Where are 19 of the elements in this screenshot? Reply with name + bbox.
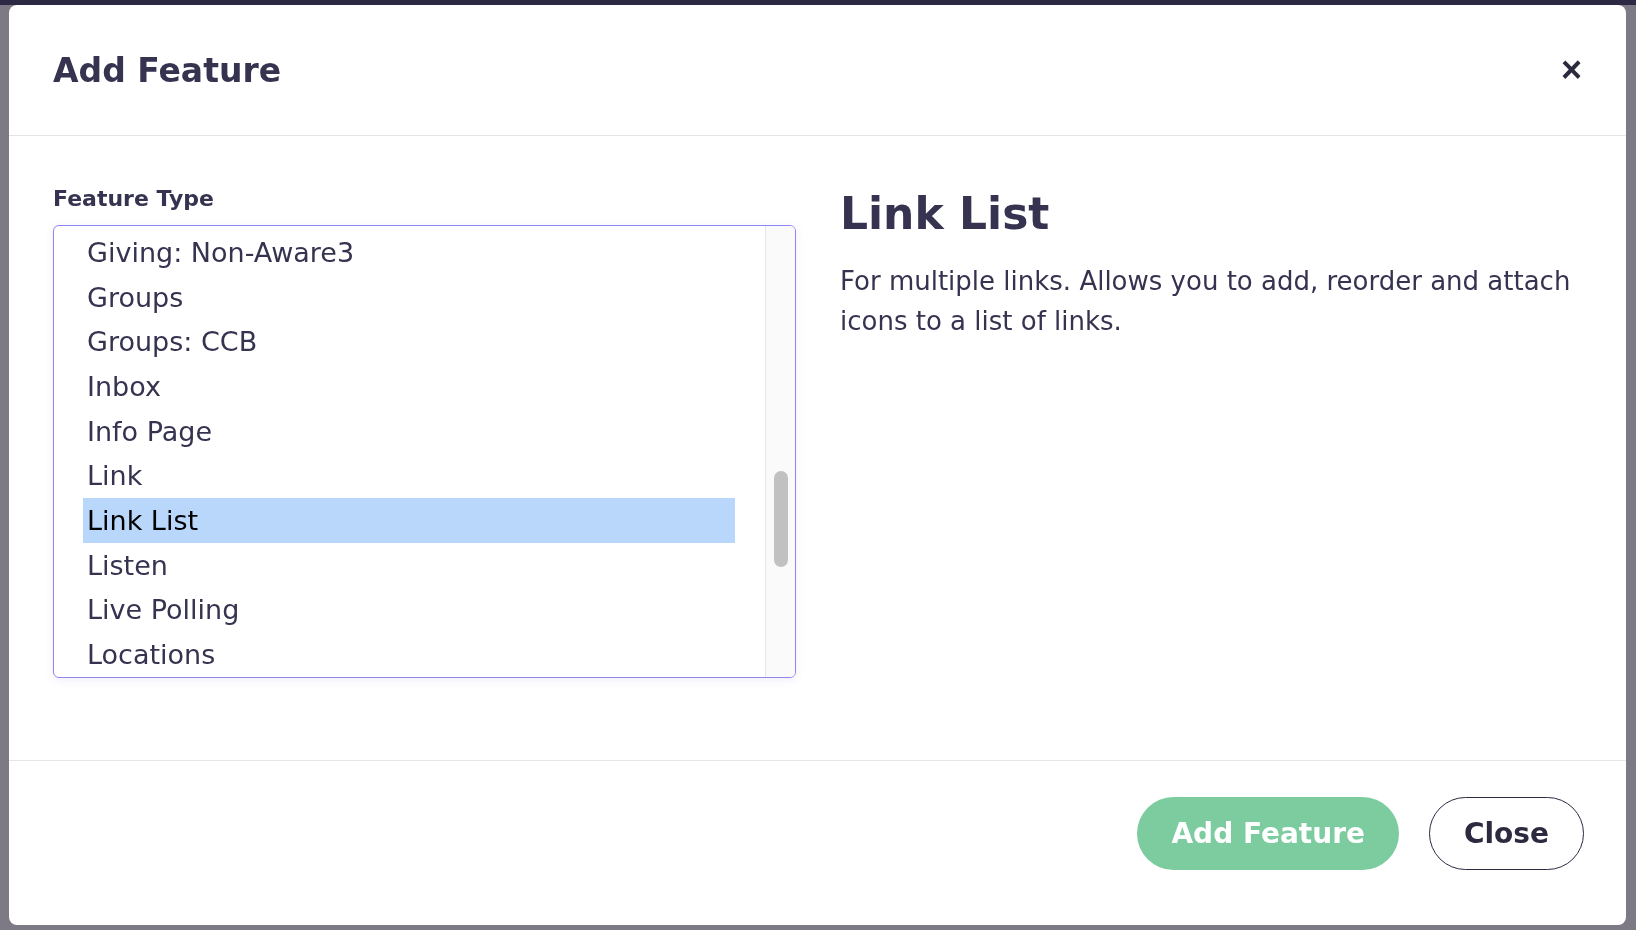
list-option[interactable]: Groups <box>83 274 735 320</box>
feature-description: For multiple links. Allows you to add, reorder and attach icons to a list of links. <box>840 265 1572 338</box>
close-button[interactable]: Close <box>1428 796 1584 870</box>
field-label: Feature Type <box>53 186 215 211</box>
feature-type-list[interactable]: Giving: Non-Aware3 Groups Groups: CCB Inbox Info Page Link Link List Listen Live Polling Locations <box>53 225 796 678</box>
scrollbar-thumb[interactable] <box>774 471 788 567</box>
list-option[interactable]: Link <box>83 453 735 499</box>
list-option[interactable]: Locations <box>83 632 735 677</box>
list-option[interactable]: Inbox <box>83 364 735 409</box>
list-option[interactable]: Listen <box>83 542 735 588</box>
list-option[interactable]: Live Polling <box>83 587 735 633</box>
feature-title: Link List <box>840 188 1051 239</box>
scrollbar-track[interactable] <box>765 226 795 677</box>
modal-title: Add Feature <box>53 50 282 90</box>
close-button[interactable]: × <box>1556 52 1586 88</box>
list-option[interactable]: Info Page <box>83 408 735 454</box>
list-option[interactable]: Groups: CCB <box>83 319 735 365</box>
list-option[interactable]: Giving: Non-Aware3 <box>83 230 735 275</box>
list-option[interactable]: Link List <box>83 498 735 543</box>
